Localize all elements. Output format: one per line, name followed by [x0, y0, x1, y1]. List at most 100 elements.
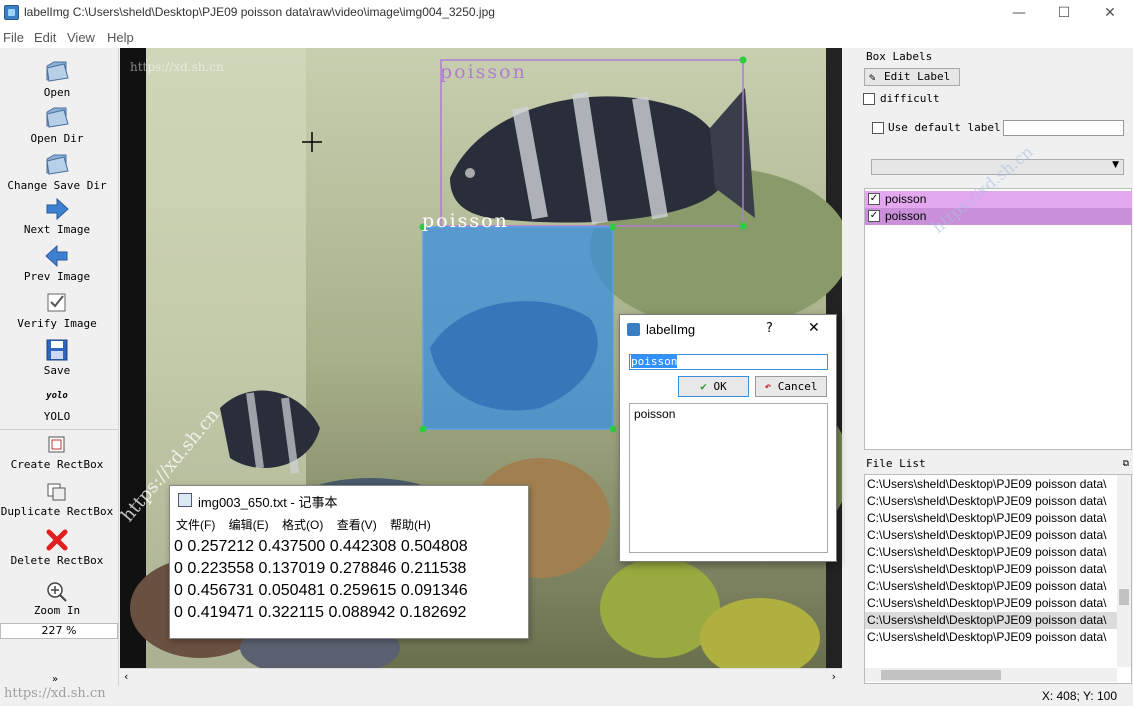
maximize-button[interactable]: ☐ [1041, 0, 1087, 26]
dialog-close-button[interactable]: ✕ [808, 320, 820, 336]
delete-rectbox-button[interactable]: Delete RectBox [0, 528, 114, 567]
file-item[interactable]: C:\Users\sheld\Desktop\PJE09 poisson dat… [865, 510, 1117, 527]
yolo-icon: yolo [46, 391, 68, 401]
label-item-checkbox[interactable]: ✓ [868, 193, 880, 205]
file-item[interactable]: C:\Users\sheld\Desktop\PJE09 poisson dat… [865, 544, 1117, 561]
yolo-label: YOLO [43, 410, 71, 423]
notepad-menu-help[interactable]: 帮助(H) [390, 518, 431, 532]
scroll-right-icon[interactable]: › [832, 670, 836, 683]
file-list-hscroll[interactable] [865, 668, 1117, 682]
notepad-menu-file[interactable]: 文件(F) [176, 518, 215, 532]
box-labels-list[interactable] [864, 188, 1132, 450]
edit-label-button[interactable]: ✎ Edit Label [864, 68, 960, 86]
folder-open-icon [46, 61, 69, 82]
horizontal-scrollbar[interactable]: ‹ › [120, 668, 842, 686]
verify-image-label: Verify Image [17, 317, 97, 330]
ok-button[interactable]: ✔ OK [678, 376, 749, 397]
open-button[interactable]: Open [0, 58, 114, 99]
file-list-hscroll-thumb[interactable] [881, 670, 1001, 680]
label-history-list[interactable]: poisson [629, 403, 828, 553]
zoom-in-button[interactable]: Zoom In [0, 580, 114, 617]
notepad-menu-format[interactable]: 格式(O) [282, 518, 323, 532]
save-button[interactable]: Save [0, 338, 114, 377]
notepad-icon [178, 493, 192, 507]
save-label: Save [43, 364, 71, 377]
change-save-dir-button[interactable]: Change Save Dir [0, 151, 114, 192]
menu-bar: File Edit View Help [0, 26, 1133, 48]
bbox-2[interactable] [422, 226, 614, 430]
file-item[interactable]: C:\Users\sheld\Desktop\PJE09 poisson dat… [865, 578, 1117, 595]
label-history-item[interactable]: poisson [634, 407, 823, 421]
use-default-label-label: Use default label [888, 121, 1001, 134]
next-image-button[interactable]: Next Image [0, 197, 114, 236]
file-item[interactable]: C:\Users\sheld\Desktop\PJE09 poisson dat… [865, 493, 1117, 510]
file-item[interactable]: C:\Users\sheld\Desktop\PJE09 poisson dat… [865, 595, 1117, 612]
menu-view[interactable]: View [67, 30, 95, 45]
zoom-in-label: Zoom In [33, 604, 81, 617]
menu-edit[interactable]: Edit [34, 30, 56, 45]
next-image-label: Next Image [23, 223, 91, 236]
vertical-scrollbar[interactable] [842, 48, 860, 668]
difficult-checkbox[interactable] [863, 93, 875, 105]
notepad-menu-edit[interactable]: 编辑(E) [229, 518, 269, 532]
label-input[interactable]: poisson [629, 354, 828, 370]
dialog-help-button[interactable]: ? [766, 321, 773, 336]
folder-save-icon [46, 154, 69, 175]
duplicate-rectbox-label: Duplicate RectBox [0, 505, 114, 518]
notepad-line[interactable]: 0 0.419471 0.322115 0.088942 0.182692 [174, 604, 466, 622]
menu-file[interactable]: File [3, 30, 24, 45]
status-bar: X: 408; Y: 100 [0, 686, 1133, 706]
file-item[interactable]: C:\Users\sheld\Desktop\PJE09 poisson dat… [865, 561, 1117, 578]
notepad-line[interactable]: 0 0.223558 0.137019 0.278846 0.211538 [174, 560, 466, 578]
prev-image-button[interactable]: Prev Image [0, 244, 114, 283]
file-item[interactable]: C:\Users\sheld\Desktop\PJE09 poisson dat… [865, 527, 1117, 544]
cancel-button[interactable]: ↶ Cancel [755, 376, 827, 397]
minimize-button[interactable]: — [996, 0, 1042, 26]
notepad-line[interactable]: 0 0.257212 0.437500 0.442308 0.504808 [174, 538, 468, 556]
notepad-menu: 文件(F) 编辑(E) 格式(O) 查看(V) 帮助(H) [176, 516, 441, 533]
arrow-left-icon [45, 244, 68, 268]
delete-rectbox-label: Delete RectBox [10, 554, 104, 567]
folder-icon [46, 107, 69, 128]
duplicate-rectbox-button[interactable]: Duplicate RectBox [0, 481, 114, 518]
file-list-vscroll-thumb[interactable] [1119, 589, 1129, 605]
notepad-window[interactable]: img003_650.txt - 记事本 文件(F) 编辑(E) 格式(O) 查… [169, 485, 529, 639]
file-list-vscroll[interactable] [1117, 475, 1131, 667]
label-item[interactable]: ✓ poisson [865, 191, 1132, 208]
create-rectbox-label: Create RectBox [10, 458, 104, 471]
bbox-2-label: poisson [422, 210, 509, 232]
verify-image-button[interactable]: Verify Image [0, 291, 114, 330]
toolbar-overflow-icon[interactable]: » [52, 674, 58, 685]
default-label-input[interactable] [1003, 120, 1124, 136]
label-item-checkbox[interactable]: ✓ [868, 210, 880, 222]
close-button[interactable]: ✕ [1087, 0, 1133, 26]
zoom-value[interactable]: 227 % [0, 623, 118, 639]
notepad-menu-view[interactable]: 查看(V) [337, 518, 377, 532]
file-item-selected[interactable]: C:\Users\sheld\Desktop\PJE09 poisson dat… [865, 612, 1117, 629]
file-item[interactable]: C:\Users\sheld\Desktop\PJE09 poisson dat… [865, 476, 1117, 493]
use-default-label-checkbox[interactable] [872, 122, 884, 134]
scroll-left-icon[interactable]: ‹ [124, 670, 128, 683]
open-dir-button[interactable]: Open Dir [0, 104, 114, 145]
right-panel: Box Labels ✎ Edit Label difficult Use de… [861, 48, 1133, 686]
notepad-line[interactable]: 0 0.456731 0.050481 0.259615 0.091346 [174, 582, 468, 600]
checkmark-icon [47, 293, 66, 312]
chevron-down-icon: ▼ [1112, 160, 1119, 170]
watermark-text: https://xd.sh.cn [4, 686, 106, 701]
undock-icon[interactable]: ⧉ [1123, 455, 1129, 473]
bbox-1-label: poisson [440, 61, 527, 83]
copy-icon [47, 483, 66, 501]
zoom-in-icon [47, 582, 67, 602]
create-rectbox-button[interactable]: Create RectBox [0, 434, 114, 471]
label-item[interactable]: ✓ poisson [865, 208, 1132, 225]
yolo-button[interactable]: yolo YOLO [0, 388, 114, 423]
label-dialog[interactable]: labelImg ? ✕ poisson ✔ OK ↶ Cancel poiss… [619, 314, 837, 562]
label-item-name: poisson [885, 192, 927, 206]
title-bar: labelImg C:\Users\sheld\Desktop\PJE09 po… [0, 0, 1133, 26]
cancel-label: Cancel [777, 380, 818, 393]
open-label: Open [43, 86, 71, 99]
dialog-app-icon [627, 323, 640, 336]
edit-label-text: Edit Label [884, 70, 951, 83]
file-item[interactable]: C:\Users\sheld\Desktop\PJE09 poisson dat… [865, 629, 1117, 646]
menu-help[interactable]: Help [107, 30, 134, 45]
